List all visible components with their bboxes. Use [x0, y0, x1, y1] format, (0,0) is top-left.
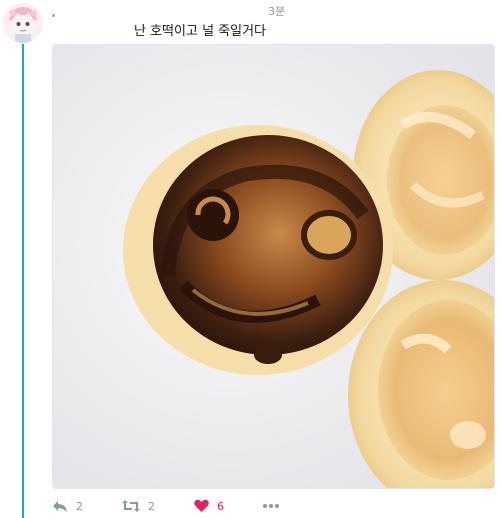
thread-line — [22, 44, 24, 518]
photo-of-hotteok-pancakes — [53, 45, 494, 488]
retweet-button[interactable]: 2 — [122, 499, 155, 513]
like-count: 6 — [217, 499, 224, 513]
tweet-text: 난 호떡이고 널 죽일거다 — [134, 24, 266, 39]
separator-dot — [52, 14, 55, 17]
like-button[interactable]: 6 — [194, 499, 224, 513]
retweet-count: 2 — [148, 499, 155, 513]
user-avatar[interactable] — [3, 3, 43, 43]
tweet-timestamp[interactable]: 3분 — [268, 3, 285, 19]
retweet-icon — [122, 500, 140, 512]
reply-icon — [53, 501, 67, 512]
more-dots-icon — [263, 504, 279, 508]
heart-icon — [194, 499, 209, 512]
more-button[interactable] — [262, 503, 280, 509]
tweet-media-photo[interactable] — [52, 44, 495, 489]
reply-count: 2 — [76, 499, 83, 513]
reply-button[interactable]: 2 — [52, 499, 83, 513]
anime-avatar-icon — [3, 3, 43, 43]
